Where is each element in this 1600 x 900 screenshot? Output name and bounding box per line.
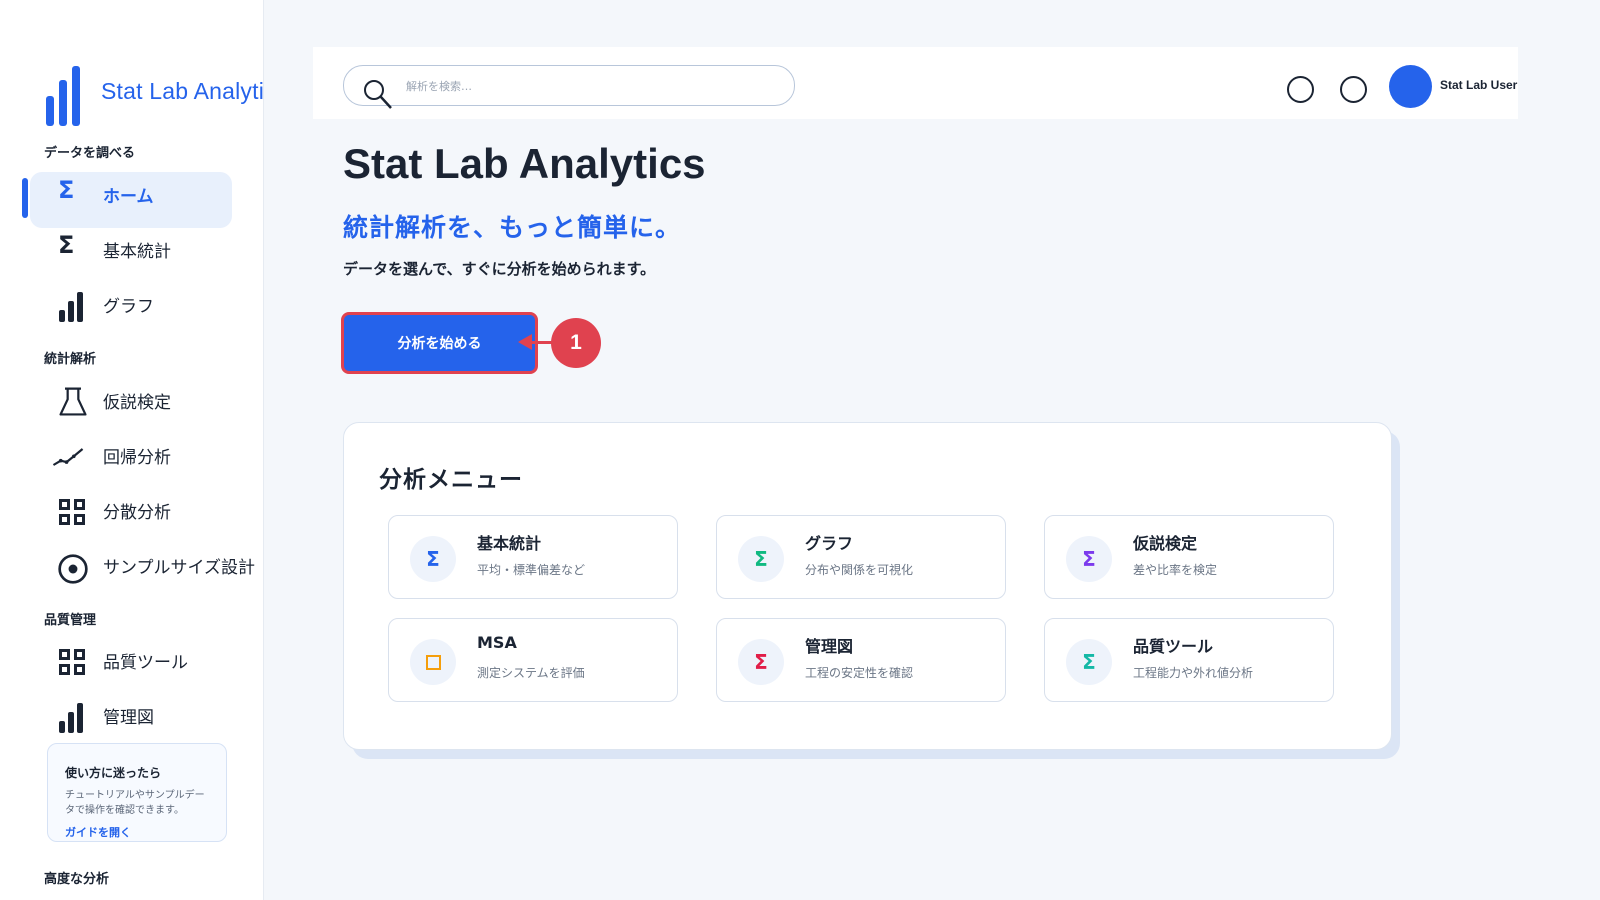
sigma-icon: Σ (58, 176, 75, 204)
search-input[interactable] (406, 74, 776, 98)
menu-tile-title: 品質ツール (1133, 637, 1214, 656)
sidebar-item-label: 仮説検定 (103, 393, 171, 413)
sigma-icon: Σ (738, 536, 784, 582)
search-icon (364, 80, 392, 109)
menu-tile-hypothesis-test[interactable]: Σ 仮説検定 差や比率を検定 (1044, 515, 1334, 599)
sidebar-item-basic-stats[interactable]: Σ 基本統計 (30, 227, 232, 283)
callout-arrow-icon (518, 334, 532, 350)
topbar: Stat Lab User (313, 47, 1518, 119)
sidebar-item-control-chart[interactable]: 管理図 (30, 693, 232, 749)
sigma-icon: Σ (738, 639, 784, 685)
sidebar-item-graph[interactable]: グラフ (30, 282, 232, 338)
menu-tile-desc: 工程の安定性を確認 (805, 666, 914, 680)
section-label-explore: データを調べる (44, 146, 136, 161)
menu-tile-title: グラフ (805, 534, 854, 553)
sigma-icon: Σ (1066, 536, 1112, 582)
menu-tile-basic-stats[interactable]: Σ 基本統計 平均・標準偏差など (388, 515, 678, 599)
menu-tile-control-chart[interactable]: Σ 管理図 工程の安定性を確認 (716, 618, 1006, 702)
callout-badge: 1 (551, 318, 601, 368)
logo-bar-chart-icon (46, 66, 80, 126)
page-subtitle: 統計解析を、もっと簡単に。 (343, 213, 682, 242)
bar-chart-icon (55, 702, 87, 734)
settings-icon[interactable] (1340, 76, 1367, 103)
sidebar-item-quality-tools[interactable]: 品質ツール (30, 638, 232, 694)
menu-tile-desc: 測定システムを評価 (477, 666, 585, 680)
menu-tile-desc: 工程能力や外れ値分析 (1133, 666, 1254, 680)
sigma-icon: Σ (1066, 639, 1112, 685)
grid-icon (56, 496, 88, 528)
user-name: Stat Lab User (1440, 78, 1518, 92)
flask-icon (57, 386, 89, 418)
sidebar-item-sample-size[interactable]: サンプルサイズ設計 (30, 543, 255, 599)
bar-chart-icon (55, 291, 87, 323)
start-analysis-button[interactable]: 分析を始める (341, 312, 538, 374)
section-label-statistics: 統計解析 (44, 352, 97, 367)
sidebar-item-home[interactable]: Σ ホーム (30, 172, 232, 228)
menu-tile-msa[interactable]: MSA 測定システムを評価 (388, 618, 678, 702)
sidebar-item-hypothesis-test[interactable]: 仮説検定 (30, 378, 232, 434)
sidebar-item-label: 基本統計 (103, 242, 171, 262)
square-icon (410, 639, 456, 685)
sidebar-item-label: サンプルサイズ設計 (103, 558, 255, 578)
guide-link[interactable]: ガイドを開く (65, 824, 131, 840)
menu-title: 分析メニュー (379, 467, 523, 493)
analysis-menu-card: 分析メニュー Σ 基本統計 平均・標準偏差など Σ グラフ 分布や関係を可視化 … (343, 422, 1392, 750)
sidebar-item-label: ホーム (103, 187, 154, 207)
brand-title: Stat Lab Analytics (101, 78, 264, 104)
menu-tile-title: 基本統計 (477, 534, 542, 553)
sidebar-item-label: 分散分析 (103, 503, 171, 523)
section-label-quality: 品質管理 (44, 613, 97, 628)
sidebar-item-label: グラフ (103, 297, 154, 317)
sidebar-item-anova[interactable]: 分散分析 (30, 488, 232, 544)
page-description: データを選んで、すぐに分析を始められます。 (343, 260, 656, 278)
help-card: 使い方に迷ったら チュートリアルやサンプルデータで操作を確認できます。 ガイドを… (47, 743, 227, 842)
trend-line-icon (52, 441, 84, 473)
help-body: チュートリアルやサンプルデータで操作を確認できます。 (65, 790, 205, 816)
menu-tile-desc: 平均・標準偏差など (477, 563, 586, 577)
sidebar-item-label: 回帰分析 (103, 448, 171, 468)
notification-icon[interactable] (1287, 76, 1314, 103)
menu-tile-quality-tools[interactable]: Σ 品質ツール 工程能力や外れ値分析 (1044, 618, 1334, 702)
sidebar-item-regression[interactable]: 回帰分析 (30, 433, 232, 489)
menu-tile-title: MSA (477, 633, 517, 652)
menu-tile-desc: 分布や関係を可視化 (805, 563, 914, 577)
brand[interactable]: Stat Lab Analytics (46, 66, 263, 126)
sidebar-item-label: 管理図 (103, 708, 154, 728)
target-icon (57, 553, 89, 585)
menu-tile-title: 管理図 (805, 637, 854, 656)
sigma-icon: Σ (410, 536, 456, 582)
avatar[interactable] (1389, 65, 1432, 108)
grid-icon (56, 646, 88, 678)
menu-tile-title: 仮説検定 (1133, 534, 1198, 553)
sidebar-item-label: 品質ツール (103, 653, 188, 673)
sigma-icon: Σ (58, 231, 75, 259)
page-title: Stat Lab Analytics (343, 140, 706, 187)
menu-tile-desc: 差や比率を検定 (1133, 563, 1218, 577)
menu-tile-graph[interactable]: Σ グラフ 分布や関係を可視化 (716, 515, 1006, 599)
help-title: 使い方に迷ったら (65, 766, 162, 780)
search-box[interactable] (343, 65, 795, 109)
sidebar: Stat Lab Analytics データを調べる Σ ホーム Σ 基本統計 … (0, 0, 264, 900)
section-label-advanced: 高度な分析 (44, 872, 110, 887)
active-indicator (22, 178, 28, 218)
